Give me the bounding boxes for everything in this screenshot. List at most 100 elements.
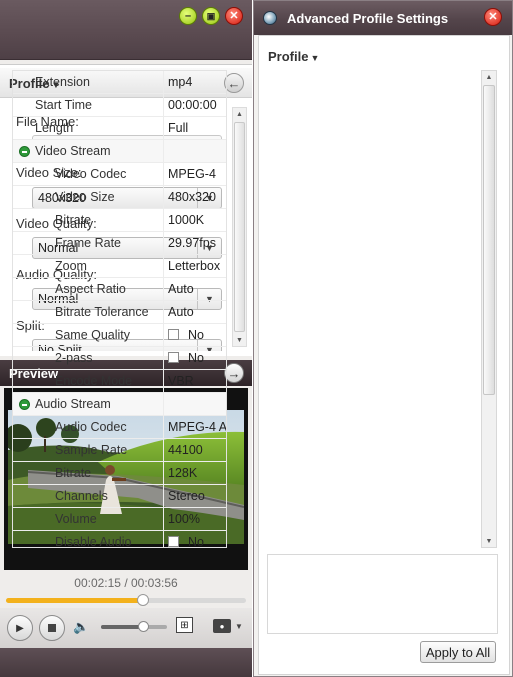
setting-value[interactable]: No bbox=[168, 351, 226, 365]
expand-preview-button[interactable]: → bbox=[224, 363, 244, 383]
setting-value[interactable]: Letterbox bbox=[168, 259, 226, 273]
column-divider bbox=[163, 209, 164, 232]
volume-slider[interactable] bbox=[101, 621, 167, 632]
setting-row[interactable]: Start Time 00:00:00 bbox=[13, 94, 226, 117]
setting-key: Bitrate bbox=[55, 466, 92, 480]
setting-value[interactable]: Full bbox=[168, 121, 226, 135]
setting-key: Video Stream bbox=[35, 144, 111, 158]
speaker-icon[interactable]: 🔈 bbox=[73, 619, 89, 635]
scrollbar-thumb[interactable] bbox=[234, 122, 245, 332]
setting-value[interactable]: No bbox=[168, 535, 226, 547]
setting-key: Frame Rate bbox=[55, 236, 121, 250]
setting-value[interactable]: 128K bbox=[168, 466, 226, 480]
scroll-up-icon[interactable]: ▲ bbox=[483, 71, 495, 83]
close-button[interactable]: ✕ bbox=[225, 7, 243, 25]
setting-row[interactable]: Length Full bbox=[13, 117, 226, 140]
description-box bbox=[267, 554, 498, 634]
column-divider bbox=[163, 462, 164, 485]
setting-value[interactable]: Auto bbox=[168, 305, 226, 319]
setting-key: Audio Codec bbox=[55, 420, 127, 434]
setting-value[interactable]: 480x320 bbox=[168, 190, 226, 204]
column-divider bbox=[163, 347, 164, 370]
volume-handle[interactable] bbox=[138, 621, 150, 632]
setting-key: Bitrate Tolerance bbox=[55, 305, 149, 319]
minimize-button[interactable]: – bbox=[179, 7, 197, 25]
setting-row[interactable]: Same Quality No bbox=[13, 324, 226, 347]
chevron-down-icon[interactable]: ▼ bbox=[235, 622, 243, 631]
crop-icon[interactable]: ⊞ bbox=[176, 617, 193, 633]
setting-key: 2-pass bbox=[55, 351, 93, 365]
setting-row[interactable]: Aspect Ratio Auto bbox=[13, 278, 226, 301]
column-divider bbox=[163, 186, 164, 209]
volume-level bbox=[101, 625, 144, 629]
column-divider bbox=[163, 163, 164, 186]
setting-row[interactable]: Bitrate 1000K bbox=[13, 209, 226, 232]
dialog-close-button[interactable]: ✕ bbox=[484, 8, 502, 26]
app-logo-icon bbox=[263, 11, 277, 25]
setting-value[interactable]: 29.97fps bbox=[168, 236, 226, 250]
setting-value[interactable]: mp4 bbox=[168, 75, 226, 89]
scroll-down-icon[interactable]: ▼ bbox=[483, 535, 495, 547]
setting-key: Encode Mode bbox=[55, 374, 133, 388]
setting-value[interactable]: 00:00:00 bbox=[168, 98, 226, 112]
scroll-up-icon[interactable]: ▲ bbox=[234, 108, 245, 120]
setting-row[interactable]: Video Size 480x320 bbox=[13, 186, 226, 209]
setting-row[interactable]: Encode Mode VBR bbox=[13, 370, 226, 393]
arrow-right-icon: → bbox=[227, 365, 241, 381]
setting-value[interactable]: MPEG-4 bbox=[168, 167, 226, 181]
setting-value[interactable]: 44100 bbox=[168, 443, 226, 457]
setting-row[interactable]: Channels Stereo bbox=[13, 485, 226, 508]
setting-value[interactable]: 100% bbox=[168, 512, 226, 526]
seek-slider[interactable] bbox=[6, 594, 246, 606]
setting-key: Bitrate bbox=[55, 213, 92, 227]
setting-checkbox[interactable] bbox=[168, 536, 179, 547]
scrollbar-thumb[interactable] bbox=[483, 85, 495, 395]
profile-scrollbar[interactable]: ▲ ▼ bbox=[232, 107, 247, 347]
checkbox-label: No bbox=[188, 328, 204, 342]
settings-scrollbar[interactable]: ▲ ▼ bbox=[481, 70, 497, 548]
setting-row[interactable]: 2-pass No bbox=[13, 347, 226, 370]
setting-value[interactable]: Auto bbox=[168, 282, 226, 296]
setting-row[interactable]: Disable Audio No bbox=[13, 531, 226, 547]
setting-value[interactable]: No bbox=[168, 328, 226, 342]
stop-button[interactable] bbox=[39, 615, 65, 641]
setting-key: Extension bbox=[35, 75, 90, 89]
column-divider bbox=[163, 439, 164, 462]
setting-checkbox[interactable] bbox=[168, 329, 179, 340]
setting-row[interactable]: Audio Codec MPEG-4 AAC bbox=[13, 416, 226, 439]
main-window-footer bbox=[0, 648, 252, 677]
seek-handle[interactable] bbox=[136, 594, 149, 606]
setting-row[interactable]: Bitrate 128K bbox=[13, 462, 226, 485]
setting-row[interactable]: Video Codec MPEG-4 bbox=[13, 163, 226, 186]
collapse-group-icon[interactable] bbox=[19, 399, 30, 410]
setting-row[interactable]: Extension mp4 bbox=[13, 71, 226, 94]
column-divider bbox=[163, 94, 164, 117]
column-divider bbox=[163, 324, 164, 347]
collapse-panel-button[interactable]: ← bbox=[224, 73, 244, 93]
column-divider bbox=[163, 531, 164, 547]
setting-key: Audio Stream bbox=[35, 397, 111, 411]
group-row[interactable]: Video Stream bbox=[13, 140, 226, 163]
setting-key: Same Quality bbox=[55, 328, 131, 342]
setting-value[interactable]: MPEG-4 AAC bbox=[168, 420, 226, 434]
camera-icon[interactable]: ● bbox=[213, 619, 231, 633]
dialog-titlebar: Advanced Profile Settings ✕ bbox=[254, 1, 512, 35]
scroll-down-icon[interactable]: ▼ bbox=[234, 334, 245, 346]
play-button[interactable]: ▶ bbox=[7, 615, 33, 641]
maximize-button[interactable]: ▣ bbox=[202, 7, 220, 25]
setting-row[interactable]: Sample Rate 44100 bbox=[13, 439, 226, 462]
apply-to-all-button[interactable]: Apply to All bbox=[420, 641, 496, 663]
setting-row[interactable]: Frame Rate 29.97fps bbox=[13, 232, 226, 255]
setting-value[interactable]: Stereo bbox=[168, 489, 226, 503]
setting-checkbox[interactable] bbox=[168, 352, 179, 363]
setting-key: Video Size bbox=[55, 190, 115, 204]
group-row[interactable]: Audio Stream bbox=[13, 393, 226, 416]
setting-row[interactable]: Volume 100% bbox=[13, 508, 226, 531]
setting-row[interactable]: Zoom Letterbox bbox=[13, 255, 226, 278]
total-time: 00:03:56 bbox=[131, 576, 178, 590]
setting-value[interactable]: VBR bbox=[168, 374, 226, 388]
setting-value[interactable]: 1000K bbox=[168, 213, 226, 227]
advanced-profile-dropdown[interactable]: Profile ▼ bbox=[268, 49, 319, 64]
setting-row[interactable]: Bitrate Tolerance Auto bbox=[13, 301, 226, 324]
collapse-group-icon[interactable] bbox=[19, 146, 30, 157]
